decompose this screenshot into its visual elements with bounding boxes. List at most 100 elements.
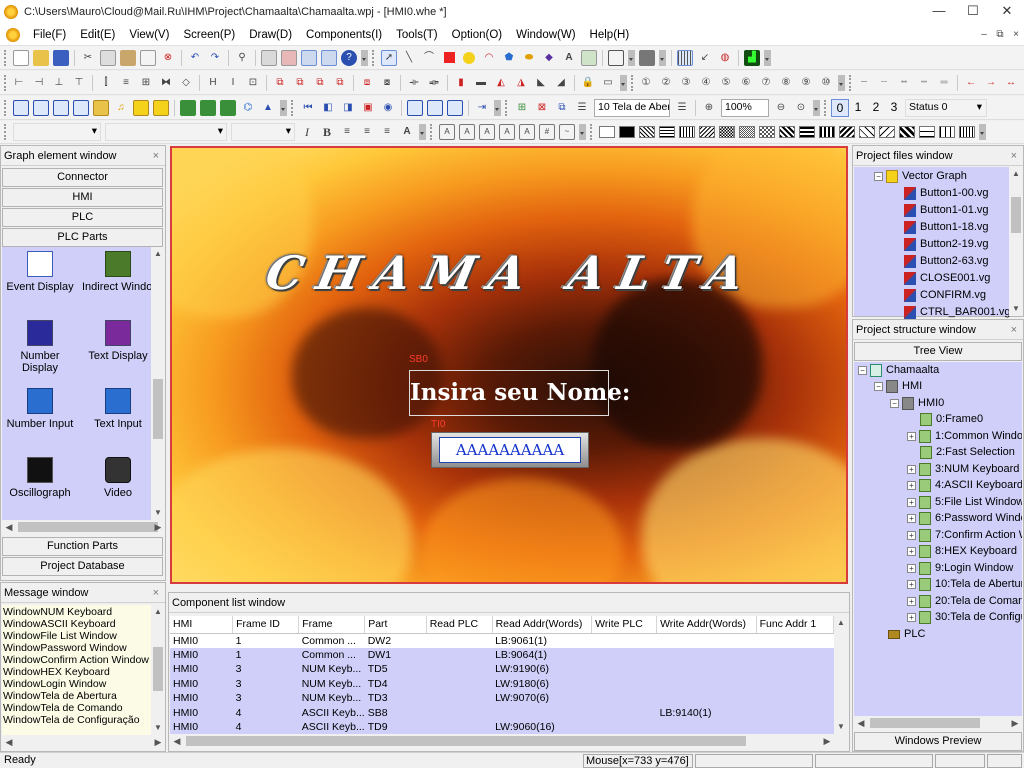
scroll-thumb[interactable] [1011, 197, 1021, 233]
word-switch-icon[interactable] [33, 99, 49, 116]
order-2-icon[interactable]: ② [658, 75, 674, 91]
tree-file[interactable]: CTRL_BAR001.vg [904, 304, 1011, 320]
order-1-icon[interactable]: ① [638, 75, 654, 91]
toolbar-options-dropdown[interactable] [280, 99, 287, 116]
pattern-thick-vert-icon[interactable] [819, 126, 835, 138]
category-hmi[interactable]: HMI [2, 188, 163, 207]
trend-icon[interactable] [220, 99, 236, 116]
windows-preview-button[interactable]: Windows Preview [854, 732, 1022, 751]
unlock-icon[interactable]: ▭ [600, 75, 616, 91]
tree-node-hmi0[interactable]: − HMI0 [890, 395, 944, 411]
tree-view-button[interactable]: Tree View [854, 342, 1022, 361]
toolbar-grip[interactable] [824, 99, 828, 116]
align-right-icon[interactable]: ⊥ [51, 75, 67, 91]
project-structure-hscroll[interactable]: ◀ ▶ [854, 716, 1022, 730]
scroll-left-icon[interactable]: ◀ [2, 520, 16, 534]
toolbar-options-dropdown[interactable] [764, 49, 771, 66]
scroll-right-icon[interactable]: ▶ [1008, 716, 1022, 730]
component-list-hscroll[interactable]: ◀ ▶ [170, 734, 834, 748]
polyline-icon[interactable]: ⌒ [421, 50, 437, 66]
record-icon[interactable]: ◍ [717, 50, 733, 66]
expand-icon[interactable]: + [907, 431, 916, 441]
mdi-close-button[interactable]: × [1008, 29, 1024, 40]
find-icon[interactable]: ⚲ [234, 50, 250, 66]
pattern-medium-icon[interactable] [759, 126, 775, 138]
sector-icon[interactable]: ⬬ [521, 50, 537, 66]
column-header[interactable]: Frame [298, 616, 366, 634]
text-frame-g-icon[interactable]: ~ [559, 124, 575, 140]
category-connector[interactable]: Connector [2, 168, 163, 187]
column-header[interactable]: Frame ID [232, 616, 300, 634]
toolbar-options-dropdown[interactable] [579, 124, 586, 140]
item-indirect-window[interactable]: Indirect Window [82, 251, 154, 293]
message-vscroll[interactable]: ▲ ▼ [151, 605, 165, 735]
pattern-diag-icon[interactable] [639, 126, 655, 138]
toolbar-options-dropdown[interactable] [813, 99, 820, 116]
tree-node-vector-graph[interactable]: − Vector Graph [874, 168, 967, 184]
triangle-right-icon[interactable]: ◢ [553, 75, 569, 91]
scroll-left-icon[interactable]: ◀ [170, 734, 184, 748]
add-screen-icon[interactable]: ⊞ [514, 100, 530, 116]
toolbar-grip[interactable] [505, 99, 509, 116]
scroll-up-icon[interactable]: ▲ [834, 616, 848, 630]
tree-frame-node[interactable]: +6:Password Window [907, 510, 1022, 526]
sb0-static-text[interactable]: Insira seu Nome: [409, 370, 630, 416]
expand-icon[interactable]: + [907, 546, 916, 556]
td0-text-input[interactable]: AAAAAAAAAA [431, 432, 589, 468]
offline-simulation-icon[interactable] [301, 49, 317, 66]
toolbar-options-dropdown[interactable] [494, 99, 501, 116]
expand-icon[interactable]: + [907, 480, 916, 490]
tree-frame-node[interactable]: +1:Common Window [907, 428, 1022, 444]
zoom-combo[interactable]: 100% [721, 98, 769, 117]
monitor-icon[interactable]: ▟ [744, 49, 760, 66]
graph-items-vscroll[interactable]: ▲ ▼ [151, 247, 165, 520]
pattern-dense-icon[interactable] [739, 126, 755, 138]
toolbar-options-dropdown[interactable] [979, 124, 986, 140]
scroll-left-icon[interactable]: ◀ [2, 735, 16, 749]
screen-properties-icon[interactable]: ☰ [574, 100, 590, 116]
delete-icon[interactable]: ⊗ [160, 50, 176, 66]
align-left-icon[interactable]: ⊢ [11, 75, 27, 91]
component-list-vscroll[interactable]: ▲ ▼ [834, 616, 848, 734]
font-color-icon[interactable]: A [399, 124, 415, 140]
order-9-icon[interactable]: ⑨ [798, 75, 814, 91]
ungroup-icon[interactable]: ⧇ [379, 75, 395, 91]
layer-2-button[interactable]: 2 [867, 99, 885, 117]
column-header[interactable]: Write Addr(Words) [656, 616, 757, 634]
expand-icon[interactable]: + [907, 596, 916, 606]
image-icon[interactable] [581, 49, 597, 66]
scroll-up-icon[interactable]: ▲ [151, 605, 165, 619]
arrow-both-icon[interactable]: ↔ [1003, 75, 1019, 91]
pattern-thick-rdiag-icon[interactable] [839, 126, 855, 138]
layer-0-button[interactable]: 0 [831, 98, 849, 117]
tree-frame-node[interactable]: +10:Tela de Abertura [907, 576, 1022, 592]
distribute-horizontal-icon[interactable]: H [205, 75, 221, 91]
item-text-display[interactable]: Text Display [82, 320, 154, 362]
collapse-icon[interactable]: − [858, 365, 867, 375]
scroll-up-icon[interactable]: ▲ [151, 247, 165, 261]
line-icon[interactable]: ╲ [401, 50, 417, 66]
tree-frame-node[interactable]: +9:Login Window [907, 560, 1013, 576]
flip-vertical-icon[interactable]: ▬ [473, 75, 489, 91]
tree-frame-node[interactable]: +20:Tela de Comando [907, 593, 1022, 609]
font-script-combo[interactable]: ▾ [105, 123, 227, 141]
tree-node-hmi[interactable]: − HMI [874, 378, 922, 394]
line-color-icon[interactable] [608, 49, 624, 66]
tree-file[interactable]: Button2-19.vg [904, 236, 989, 252]
dot-line-icon[interactable]: ┄ [876, 75, 892, 91]
text-frame-a-icon[interactable]: A [439, 124, 455, 140]
expand-icon[interactable]: + [907, 497, 916, 507]
arrow-left-icon[interactable]: ← [963, 75, 979, 91]
order-5-icon[interactable]: ⑤ [718, 75, 734, 91]
pattern-solid-icon[interactable] [619, 126, 635, 138]
pattern-thick-diag-icon[interactable] [779, 126, 795, 138]
pattern-thick-horiz-icon[interactable] [799, 126, 815, 138]
tree-frame-node[interactable]: +8:HEX Keyboard [907, 543, 1017, 559]
scroll-left-icon[interactable]: ◀ [854, 716, 868, 730]
order-10-icon[interactable]: ⑩ [818, 75, 834, 91]
snap-icon[interactable]: ↙ [697, 50, 713, 66]
h-spacing-icon[interactable]: ⟛ [406, 75, 422, 91]
mdi-restore-button[interactable]: ⧉ [992, 29, 1008, 40]
column-header[interactable]: Read PLC [426, 616, 493, 634]
online-simulation-icon[interactable] [321, 49, 337, 66]
